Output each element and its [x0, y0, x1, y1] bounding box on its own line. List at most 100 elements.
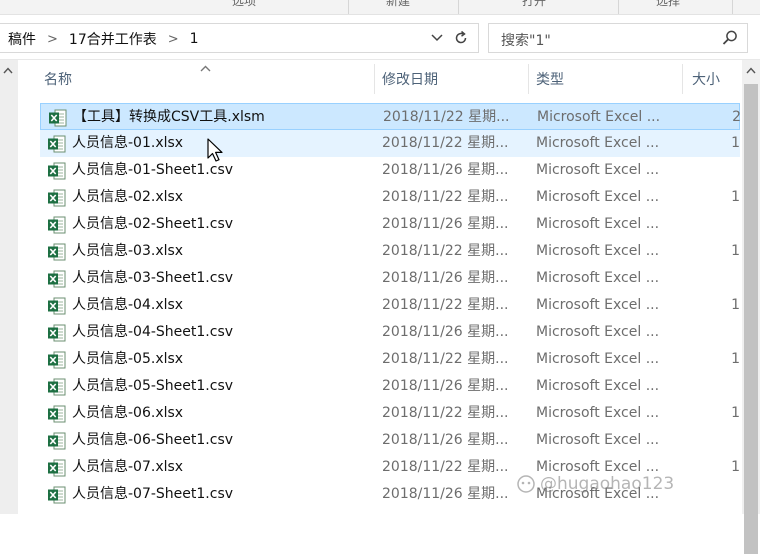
ribbon-item-new[interactable]: 新建: [386, 0, 410, 9]
file-date-modified: 2018/11/22 星期...: [382, 459, 509, 475]
breadcrumb-chevron-icon[interactable]: >: [168, 32, 179, 47]
file-row[interactable]: 人员信息-03.xlsx 2018/11/22 星期... Microsoft …: [40, 238, 740, 265]
navigation-pane-edge[interactable]: [0, 60, 18, 514]
column-size[interactable]: 大小: [682, 60, 742, 98]
file-size: 1: [731, 297, 740, 313]
file-row[interactable]: 人员信息-06-Sheet1.csv 2018/11/26 星期... Micr…: [40, 427, 740, 454]
scrollbar-thumb[interactable]: [744, 84, 758, 554]
file-date-modified: 2018/11/22 星期...: [382, 135, 509, 151]
file-row[interactable]: 人员信息-04-Sheet1.csv 2018/11/26 星期... Micr…: [40, 319, 740, 346]
mouse-pointer-icon: [207, 138, 223, 162]
address-bar-row: 稿件 > 17合并工作表 > 1 搜索"1": [0, 15, 760, 60]
column-type[interactable]: 类型: [526, 60, 682, 98]
ribbon-divider: [348, 0, 349, 14]
file-type: Microsoft Excel ...: [536, 378, 660, 394]
excel-file-icon: [47, 404, 67, 424]
ribbon-item-select[interactable]: 选择: [656, 0, 680, 9]
file-size: 1: [731, 189, 740, 205]
file-row[interactable]: 人员信息-01.xlsx 2018/11/22 星期... Microsoft …: [40, 130, 740, 157]
file-date-modified: 2018/11/22 星期...: [382, 405, 509, 421]
file-type: Microsoft Excel ...: [536, 297, 660, 313]
file-name: 人员信息-02.xlsx: [72, 189, 184, 205]
address-history-button[interactable]: [428, 27, 446, 49]
file-date-modified: 2018/11/26 星期...: [382, 486, 509, 502]
refresh-button[interactable]: [450, 27, 472, 49]
file-size: 1: [731, 459, 740, 475]
ribbon-item-open[interactable]: 打开: [522, 0, 546, 9]
file-type: Microsoft Excel ...: [536, 270, 660, 286]
file-date-modified: 2018/11/26 星期...: [382, 162, 509, 178]
file-type: Microsoft Excel ...: [536, 432, 660, 448]
breadcrumb-item[interactable]: 1: [190, 31, 199, 47]
breadcrumb: 稿件 > 17合并工作表 > 1: [8, 29, 199, 49]
file-date-modified: 2018/11/22 星期...: [382, 189, 509, 205]
file-row[interactable]: 人员信息-04.xlsx 2018/11/22 星期... Microsoft …: [40, 292, 740, 319]
column-name[interactable]: 名称: [34, 60, 374, 98]
file-row[interactable]: 人员信息-05.xlsx 2018/11/22 星期... Microsoft …: [40, 346, 740, 373]
file-row[interactable]: 人员信息-02-Sheet1.csv 2018/11/26 星期... Micr…: [40, 211, 740, 238]
ribbon-divider: [618, 0, 619, 14]
file-name: 人员信息-06-Sheet1.csv: [72, 432, 234, 448]
file-size: 1: [731, 135, 740, 151]
file-name: 【工具】转换成CSV工具.xlsm: [73, 109, 265, 125]
file-date-modified: 2018/11/26 星期...: [382, 432, 509, 448]
file-row[interactable]: 人员信息-01-Sheet1.csv 2018/11/26 星期... Micr…: [40, 157, 740, 184]
file-name: 人员信息-07.xlsx: [72, 459, 184, 475]
watermark-logo-icon: [517, 475, 535, 493]
refresh-icon: [455, 30, 467, 44]
file-type: Microsoft Excel ...: [536, 243, 660, 259]
file-type: Microsoft Excel ...: [537, 109, 661, 125]
ribbon-item-options[interactable]: 选项: [232, 0, 256, 9]
file-name: 人员信息-07-Sheet1.csv: [72, 486, 234, 502]
address-bar[interactable]: 稿件 > 17合并工作表 > 1: [0, 23, 479, 53]
breadcrumb-chevron-icon[interactable]: >: [47, 32, 58, 47]
file-size: [690, 427, 740, 454]
file-size: [690, 157, 740, 184]
excel-file-icon: [47, 485, 67, 505]
column-date-modified[interactable]: 修改日期: [372, 60, 528, 98]
file-size: [690, 319, 740, 346]
scroll-up-arrow-icon[interactable]: [746, 66, 756, 77]
file-row[interactable]: 人员信息-05-Sheet1.csv 2018/11/26 星期... Micr…: [40, 373, 740, 400]
pane-gap: [18, 60, 34, 514]
excel-file-icon: [47, 188, 67, 208]
file-size: 1: [731, 351, 740, 367]
search-input[interactable]: 搜索"1": [488, 23, 748, 53]
file-name: 人员信息-02-Sheet1.csv: [72, 216, 234, 232]
excel-file-icon: [47, 269, 67, 289]
ribbon-divider: [458, 0, 459, 14]
file-type: Microsoft Excel ...: [536, 405, 660, 421]
search-icon[interactable]: [721, 29, 739, 47]
excel-file-icon: [47, 431, 67, 451]
breadcrumb-item[interactable]: 17合并工作表: [69, 29, 157, 49]
excel-file-icon: [48, 108, 68, 128]
file-size: [690, 265, 740, 292]
scroll-up-arrow-icon[interactable]: [3, 66, 13, 77]
excel-file-icon: [47, 377, 67, 397]
file-date-modified: 2018/11/22 星期...: [382, 351, 509, 367]
file-type: Microsoft Excel ...: [536, 324, 660, 340]
file-date-modified: 2018/11/26 星期...: [382, 378, 509, 394]
column-header: 名称 修改日期 类型 大小: [34, 60, 742, 98]
ribbon-divider: [732, 0, 733, 14]
file-date-modified: 2018/11/22 星期...: [382, 297, 509, 313]
file-size: [690, 211, 740, 238]
file-date-modified: 2018/11/22 星期...: [382, 243, 509, 259]
file-name: 人员信息-04.xlsx: [72, 297, 184, 313]
file-name: 人员信息-05-Sheet1.csv: [72, 378, 234, 394]
file-row[interactable]: 【工具】转换成CSV工具.xlsm 2018/11/22 星期... Micro…: [40, 103, 741, 130]
watermark-text: @hugaohao123: [540, 474, 675, 494]
search-placeholder: 搜索"1": [501, 33, 551, 49]
file-row[interactable]: 人员信息-02.xlsx 2018/11/22 星期... Microsoft …: [40, 184, 740, 211]
vertical-scrollbar[interactable]: [742, 60, 760, 554]
file-size: [690, 481, 740, 508]
excel-file-icon: [47, 161, 67, 181]
breadcrumb-item[interactable]: 稿件: [8, 29, 36, 49]
file-row[interactable]: 人员信息-06.xlsx 2018/11/22 星期... Microsoft …: [40, 400, 740, 427]
file-size: 2: [732, 109, 741, 125]
file-row[interactable]: 人员信息-03-Sheet1.csv 2018/11/26 星期... Micr…: [40, 265, 740, 292]
file-name: 人员信息-04-Sheet1.csv: [72, 324, 234, 340]
excel-file-icon: [47, 134, 67, 154]
file-size: 1: [731, 405, 740, 421]
file-type: Microsoft Excel ...: [536, 351, 660, 367]
